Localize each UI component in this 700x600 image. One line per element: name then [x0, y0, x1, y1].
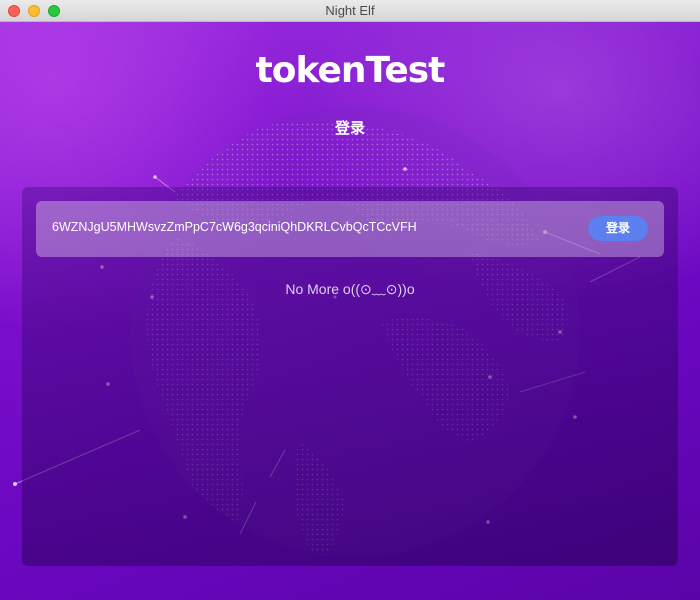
- private-key-input[interactable]: 6WZNJgU5MHWsvzZmPpC7cW6g3qciniQhDKRLCvbQ…: [52, 220, 417, 234]
- status-message: No More o((⊙﹏⊙))o: [285, 281, 415, 297]
- private-key-field[interactable]: 6WZNJgU5MHWsvzZmPpC7cW6g3qciniQhDKRLCvbQ…: [36, 201, 664, 257]
- app-logo: tokenTest: [255, 50, 446, 91]
- title-bar: Night Elf: [0, 0, 700, 22]
- page-title: 登录: [334, 120, 365, 137]
- login-button[interactable]: 登录: [588, 216, 648, 241]
- window-title: Night Elf: [325, 3, 375, 18]
- app-window: Night Elf tokenTest 登录 6WZNJgU5MHWsvzZmP…: [0, 0, 700, 600]
